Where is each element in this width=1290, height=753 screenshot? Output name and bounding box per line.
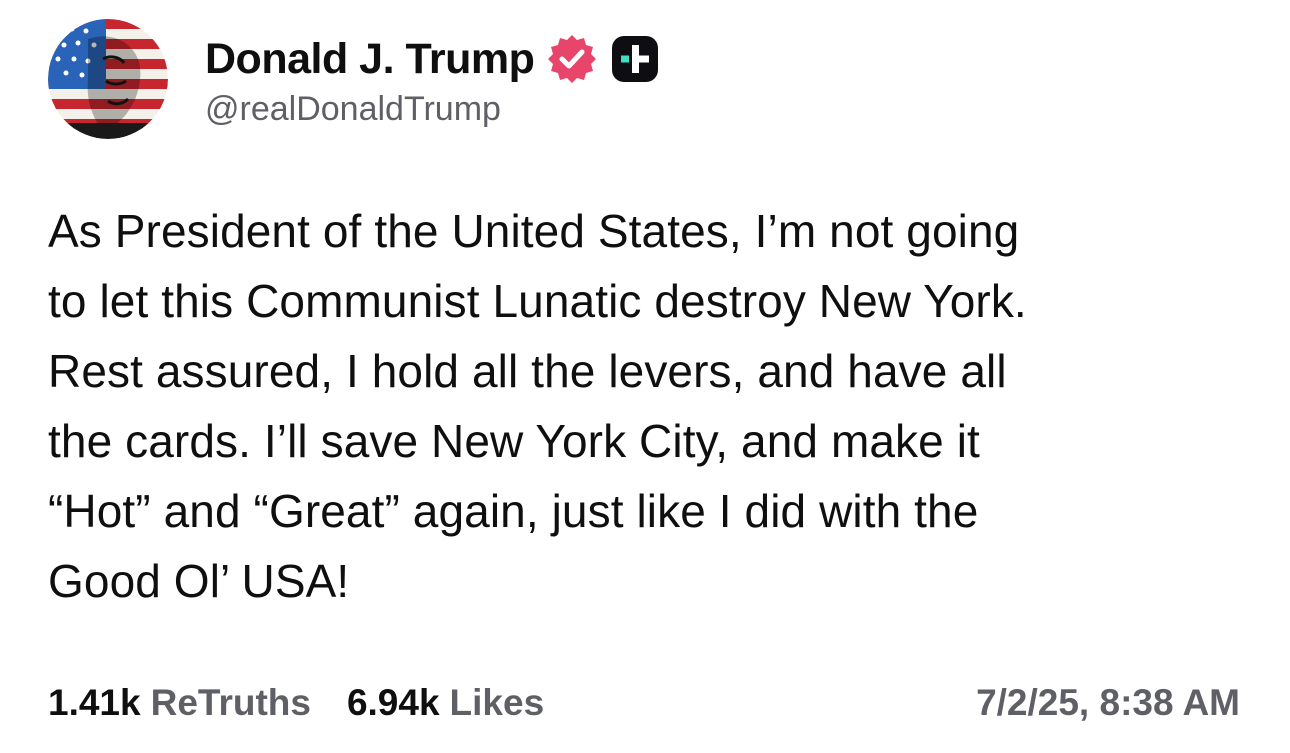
post-stats: 1.41k ReTruths 6.94k Likes — [48, 682, 580, 724]
truth-post: Donald J. Trump @realDonaldTrump As Pres… — [0, 0, 1290, 753]
user-handle[interactable]: @realDonaldTrump — [205, 90, 660, 129]
retruths-label: ReTruths — [150, 682, 311, 723]
retruths-stat[interactable]: 1.41k ReTruths — [48, 682, 311, 724]
display-name[interactable]: Donald J. Trump — [205, 35, 535, 84]
retruths-count: 1.41k — [48, 682, 141, 723]
post-header: Donald J. Trump @realDonaldTrump — [205, 30, 660, 129]
likes-count: 6.94k — [346, 682, 440, 723]
flag-portrait-avatar-icon — [48, 19, 168, 139]
truth-plus-badge-icon — [610, 34, 660, 84]
likes-label: Likes — [449, 682, 545, 723]
post-text: As President of the United States, I’m n… — [48, 205, 1027, 607]
verified-badge-icon — [546, 33, 598, 85]
likes-stat[interactable]: 6.94k Likes — [347, 682, 544, 724]
name-row: Donald J. Trump — [205, 30, 660, 88]
post-timestamp: 7/2/25, 8:38 AM — [976, 682, 1240, 723]
avatar[interactable] — [48, 19, 168, 139]
